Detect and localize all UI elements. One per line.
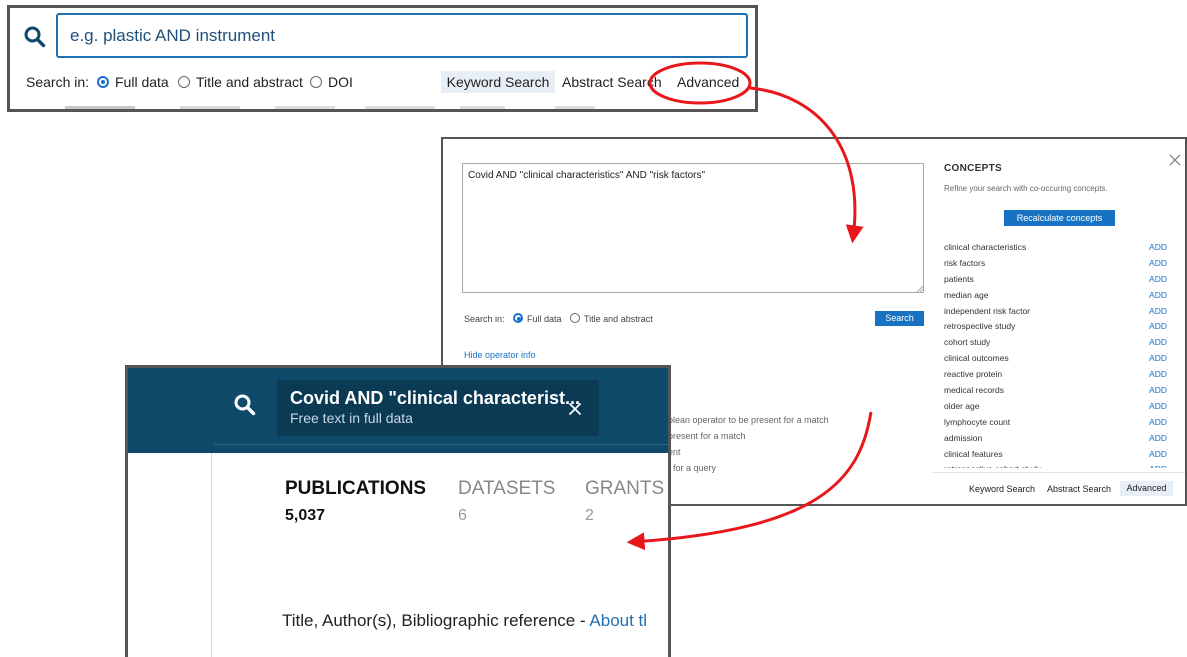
radio-title-abstract-label: Title and abstract [196, 74, 303, 90]
add-concept-button[interactable]: ADD [1149, 417, 1167, 427]
concept-row: lymphocyte count ADD [944, 415, 1167, 431]
concept-row: medical records ADD [944, 383, 1167, 399]
results-column-header-text: Title, Author(s), Bibliographic referenc… [282, 611, 590, 630]
add-concept-button[interactable]: ADD [1149, 242, 1167, 252]
add-concept-button[interactable]: ADD [1149, 433, 1167, 443]
search-button[interactable]: Search [875, 311, 924, 326]
operator-info-line: t for a query [668, 463, 717, 473]
search-in-label: Search in: [26, 74, 90, 90]
add-concept-button[interactable]: ADD [1149, 464, 1167, 468]
radio-full-data-label: Full data [115, 74, 169, 90]
concept-name: clinical characteristics [944, 242, 1027, 252]
concept-row: clinical features ADD [944, 447, 1167, 463]
search-icon[interactable] [22, 24, 48, 50]
concepts-list: clinical characteristics ADD risk factors A… [944, 240, 1167, 468]
concept-name: medical records [944, 385, 1004, 396]
recalculate-concepts-button[interactable]: Recalculate concepts [1004, 210, 1115, 226]
concept-row: clinical outcomes ADD [944, 351, 1167, 367]
concepts-title: CONCEPTS [944, 163, 1002, 174]
faded-tab-row [65, 106, 595, 109]
concept-name: independent risk factor [944, 305, 1030, 316]
add-concept-button[interactable]: ADD [1149, 353, 1167, 363]
concept-row: older age ADD [944, 399, 1167, 415]
concept-name: median age [944, 289, 989, 300]
close-icon[interactable] [568, 402, 582, 416]
results-header: Covid AND "clinical characterist... Free… [128, 368, 668, 453]
hide-operator-info-link[interactable]: Hide operator info [464, 350, 536, 360]
concept-row: reactive protein ADD [944, 367, 1167, 383]
concept-name: reactive protein [944, 369, 1003, 380]
datasets-count: 6 [458, 507, 467, 524]
about-link[interactable]: About tl [589, 611, 647, 630]
search-icon[interactable] [232, 392, 258, 418]
concept-name: clinical features [944, 448, 1003, 459]
footer-keyword-search-tab[interactable]: Keyword Search [969, 484, 1035, 494]
operator-info-line: present for a match [668, 431, 746, 441]
concept-row: independent risk factor ADD [944, 304, 1167, 320]
concept-row: cohort study ADD [944, 335, 1167, 351]
advanced-tab[interactable]: Advanced [677, 74, 739, 90]
add-concept-button[interactable]: ADD [1149, 258, 1167, 268]
keyword-search-tab[interactable]: Keyword Search [441, 71, 555, 93]
publications-count: 5,037 [285, 507, 326, 524]
tab-grants[interactable]: GRANTS [585, 478, 664, 500]
operator-info-line: olean operator to be present for a match [668, 415, 829, 425]
add-concept-button[interactable]: ADD [1149, 337, 1167, 347]
concept-row: admission ADD [944, 431, 1167, 447]
abstract-search-tab[interactable]: Abstract Search [562, 74, 662, 90]
radio-title-abstract[interactable] [570, 313, 580, 323]
concept-row: median age ADD [944, 288, 1167, 304]
add-concept-button[interactable]: ADD [1149, 274, 1167, 284]
header-divider [214, 444, 668, 445]
add-concept-button[interactable]: ADD [1149, 290, 1167, 300]
footer-advanced-tab[interactable]: Advanced [1120, 481, 1173, 496]
resize-handle-icon[interactable] [916, 285, 923, 292]
tab-publications[interactable]: PUBLICATIONS [285, 478, 426, 500]
add-concept-button[interactable]: ADD [1149, 385, 1167, 395]
footer-divider [933, 472, 1185, 473]
concept-row: patients ADD [944, 272, 1167, 288]
concept-name: risk factors [944, 257, 986, 268]
add-concept-button[interactable]: ADD [1149, 369, 1167, 379]
add-concept-button[interactable]: ADD [1149, 401, 1167, 411]
query-chip-subtitle: Free text in full data [290, 410, 413, 426]
add-concept-button[interactable]: ADD [1149, 321, 1167, 331]
footer-abstract-search-tab[interactable]: Abstract Search [1047, 484, 1111, 494]
radio-full-data[interactable] [513, 313, 523, 323]
radio-full-data[interactable] [97, 76, 109, 88]
grants-count: 2 [585, 507, 594, 524]
advanced-query-textarea[interactable]: Covid AND "clinical characteristics" AND… [462, 163, 924, 293]
concept-name: retrospective cohort study [944, 464, 1041, 468]
results-panel: Covid AND "clinical characterist... Free… [125, 365, 671, 657]
concept-name: admission [944, 432, 983, 443]
concept-name: lymphocyte count [944, 416, 1011, 427]
add-concept-button[interactable]: ADD [1149, 449, 1167, 459]
concept-row: clinical characteristics ADD [944, 240, 1167, 256]
concept-row: risk factors ADD [944, 256, 1167, 272]
concept-name: clinical outcomes [944, 353, 1009, 364]
search-in-label: Search in: [464, 314, 505, 324]
radio-title-abstract-label: Title and abstract [584, 314, 653, 324]
concepts-subtitle: Refine your search with co-occuring conc… [944, 184, 1108, 193]
query-chip-title: Covid AND "clinical characterist... [290, 388, 580, 408]
search-input[interactable] [56, 13, 748, 58]
concept-row: retrospective cohort study ADD [944, 462, 1167, 468]
concept-name: retrospective study [944, 321, 1016, 332]
close-icon[interactable] [1168, 153, 1182, 167]
concept-name: cohort study [944, 337, 991, 348]
concept-row: retrospective study ADD [944, 319, 1167, 335]
radio-full-data-label: Full data [527, 314, 562, 324]
search-bar-panel: Search in: Full data Title and abstract … [7, 5, 758, 112]
tab-datasets[interactable]: DATASETS [458, 478, 555, 500]
add-concept-button[interactable]: ADD [1149, 306, 1167, 316]
sidebar-divider [211, 453, 212, 657]
radio-title-abstract[interactable] [178, 76, 190, 88]
query-chip[interactable]: Covid AND "clinical characterist... Free… [277, 380, 599, 436]
results-column-header: Title, Author(s), Bibliographic referenc… [282, 611, 647, 631]
radio-doi-label: DOI [328, 74, 353, 90]
radio-doi[interactable] [310, 76, 322, 88]
concept-name: older age [944, 400, 980, 411]
concept-name: patients [944, 273, 974, 284]
